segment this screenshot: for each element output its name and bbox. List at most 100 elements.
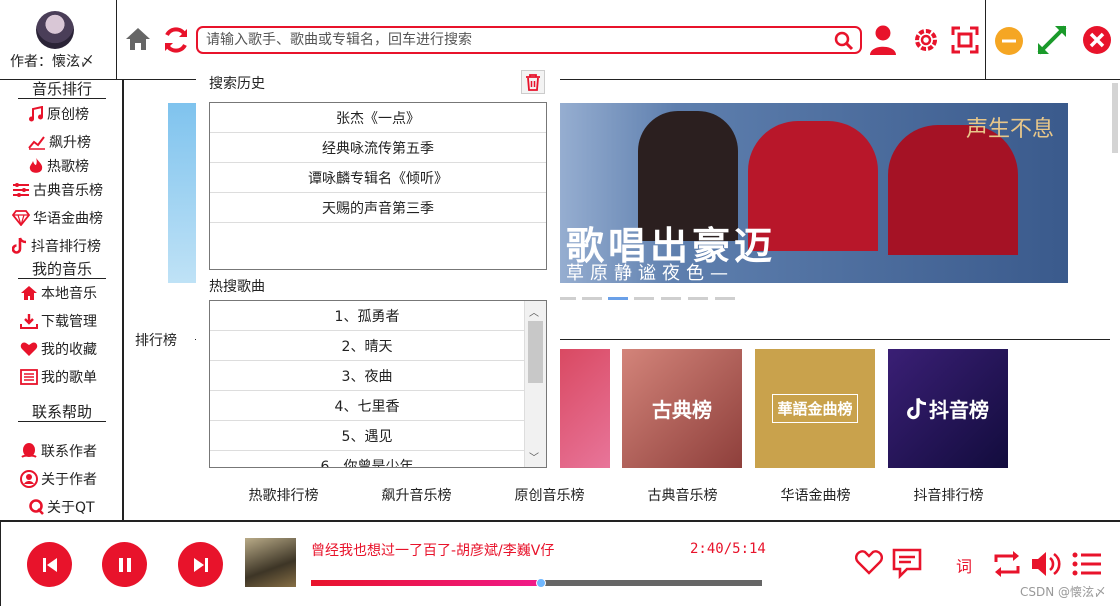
carousel-dot[interactable] bbox=[715, 297, 735, 300]
sidebar-item-label: 我的歌单 bbox=[41, 370, 97, 386]
search-input[interactable] bbox=[206, 30, 826, 50]
sidebar-item-label: 下载管理 bbox=[41, 314, 97, 330]
clear-history-button[interactable] bbox=[521, 70, 545, 94]
sidebar-item-about-author[interactable]: 关于作者 bbox=[20, 468, 97, 490]
sidebar-item-hot[interactable]: 热歌榜 bbox=[28, 155, 89, 177]
sidebar-item-label: 关于QT bbox=[47, 500, 95, 516]
close-icon[interactable] bbox=[1082, 25, 1112, 59]
scroll-down-icon[interactable]: ﹀ bbox=[529, 449, 539, 464]
caption-golden[interactable]: 华语金曲榜 bbox=[749, 485, 882, 505]
album-cover[interactable] bbox=[245, 538, 296, 587]
favorite-icon[interactable] bbox=[854, 549, 884, 579]
sidebar-item-contact[interactable]: 联系作者 bbox=[20, 440, 97, 462]
lyrics-button[interactable]: 词 bbox=[956, 553, 972, 577]
author-label: 作者：懐泫〆 bbox=[10, 54, 94, 70]
list-item[interactable]: 天赐的声音第三季 bbox=[210, 193, 546, 223]
history-list: 张杰《一点》 经典咏流传第五季 谭咏麟专辑名《倾听》 天赐的声音第三季 bbox=[209, 102, 547, 270]
user-circle-icon bbox=[20, 470, 38, 488]
sidebar-item-label: 关于作者 bbox=[41, 472, 97, 488]
song-title: 曾经我也想过一了百了-胡彦斌/李巍V仔 bbox=[311, 543, 555, 559]
sliders-icon bbox=[13, 183, 29, 197]
caption-hot[interactable]: 热歌排行榜 bbox=[217, 485, 350, 505]
tile-douyin[interactable]: 抖音榜 bbox=[888, 349, 1008, 468]
sidebar-item-label: 飙升榜 bbox=[49, 135, 91, 151]
list-item[interactable]: 5、遇见 bbox=[210, 421, 524, 451]
heart-icon bbox=[20, 342, 38, 356]
tiktok-icon bbox=[12, 237, 27, 254]
trash-icon bbox=[526, 74, 540, 91]
carousel-dot[interactable] bbox=[634, 297, 654, 300]
previous-button[interactable] bbox=[27, 542, 72, 587]
sidebar-item-label: 抖音排行榜 bbox=[31, 239, 101, 255]
home-icon[interactable] bbox=[124, 26, 152, 56]
sidebar-item-classical[interactable]: 古典音乐榜 bbox=[12, 179, 103, 201]
sidebar-item-playlists[interactable]: 我的歌单 bbox=[20, 366, 97, 388]
carousel-dot[interactable] bbox=[582, 297, 602, 300]
sidebar-item-douyin[interactable]: 抖音排行榜 bbox=[12, 235, 101, 257]
carousel-dot[interactable] bbox=[688, 297, 708, 300]
progress-handle[interactable] bbox=[536, 578, 546, 588]
sidebar-item-favorites[interactable]: 我的收藏 bbox=[20, 338, 97, 360]
music-note-icon bbox=[29, 106, 43, 122]
pause-button[interactable] bbox=[102, 542, 147, 587]
player-bar bbox=[0, 520, 1120, 606]
sidebar-item-golden[interactable]: 华语金曲榜 bbox=[12, 207, 103, 229]
comment-icon[interactable] bbox=[891, 547, 923, 583]
scrollbar-thumb[interactable] bbox=[1112, 83, 1118, 153]
sidebar-item-label: 华语金曲榜 bbox=[33, 211, 103, 227]
list-item[interactable]: 4、七里香 bbox=[210, 391, 524, 421]
sidebar-item-rising[interactable]: 飙升榜 bbox=[28, 131, 91, 153]
sidebar-item-label: 联系作者 bbox=[41, 444, 97, 460]
list-item[interactable]: 3、夜曲 bbox=[210, 361, 524, 391]
carousel-dot-active[interactable] bbox=[608, 297, 628, 300]
search-icon[interactable] bbox=[834, 31, 854, 55]
search-box[interactable] bbox=[196, 26, 862, 54]
playlist-icon[interactable] bbox=[1072, 551, 1102, 581]
list-item[interactable]: 2、晴天 bbox=[210, 331, 524, 361]
previous-icon bbox=[42, 557, 57, 572]
sidebar-item-label: 我的收藏 bbox=[41, 342, 97, 358]
caption-original[interactable]: 原创音乐榜 bbox=[483, 485, 616, 505]
maximize-icon[interactable] bbox=[1035, 23, 1069, 61]
repeat-icon[interactable] bbox=[991, 549, 1023, 583]
sidebar-section-my-music: 我的音乐 bbox=[18, 260, 106, 279]
scroll-up-icon[interactable]: ︿ bbox=[529, 304, 539, 319]
list-item[interactable]: 谭咏麟专辑名《倾听》 bbox=[210, 163, 546, 193]
list-item[interactable]: 经典咏流传第五季 bbox=[210, 133, 546, 163]
sidebar-item-original[interactable]: 原创榜 bbox=[28, 103, 89, 125]
list-item[interactable]: 6、你曾是少年 bbox=[210, 451, 524, 468]
scrollbar-thumb[interactable] bbox=[528, 321, 543, 383]
sidebar-section-rankings: 音乐排行 bbox=[18, 80, 106, 99]
list-item[interactable]: 1、孤勇者 bbox=[210, 301, 524, 331]
qq-icon bbox=[21, 443, 37, 458]
carousel-dot[interactable] bbox=[661, 297, 681, 300]
fire-icon bbox=[29, 158, 43, 173]
trend-icon bbox=[28, 136, 45, 150]
user-icon[interactable] bbox=[868, 24, 898, 60]
sidebar: 音乐排行 原创榜 飙升榜 热歌榜 古典音乐榜 华语金曲榜 抖音排行榜 我的音乐 … bbox=[0, 80, 124, 522]
sidebar-item-local[interactable]: 本地音乐 bbox=[20, 282, 97, 304]
watermark: CSDN @懐泫〆 bbox=[1020, 585, 1107, 599]
gear-icon[interactable] bbox=[912, 26, 940, 58]
next-button[interactable] bbox=[178, 542, 223, 587]
minimize-icon[interactable] bbox=[994, 26, 1024, 60]
caption-classical[interactable]: 古典音乐榜 bbox=[616, 485, 749, 505]
screenshot-icon[interactable] bbox=[951, 26, 979, 58]
list-item[interactable]: 张杰《一点》 bbox=[210, 103, 546, 133]
caption-douyin[interactable]: 抖音排行榜 bbox=[882, 485, 1015, 505]
pause-icon bbox=[118, 557, 131, 572]
sidebar-item-downloads[interactable]: 下载管理 bbox=[20, 310, 97, 332]
refresh-icon[interactable] bbox=[161, 25, 191, 59]
caption-rising[interactable]: 飙升音乐榜 bbox=[350, 485, 483, 505]
avatar[interactable] bbox=[36, 11, 74, 49]
sidebar-item-label: 原创榜 bbox=[47, 107, 89, 123]
diamond-icon bbox=[12, 210, 30, 226]
sidebar-item-about-qt[interactable]: 关于QT bbox=[28, 496, 95, 518]
rankings-label: 排行榜 bbox=[135, 333, 177, 349]
tile-classical[interactable]: 古典榜 bbox=[622, 349, 742, 468]
hot-list-scrollbar[interactable]: ︿ ﹀ bbox=[524, 301, 546, 467]
sidebar-section-help: 联系帮助 bbox=[18, 403, 106, 422]
qt-icon bbox=[29, 499, 44, 515]
tile-golden[interactable]: 華語金曲榜 bbox=[755, 349, 875, 468]
volume-icon[interactable] bbox=[1030, 549, 1064, 583]
